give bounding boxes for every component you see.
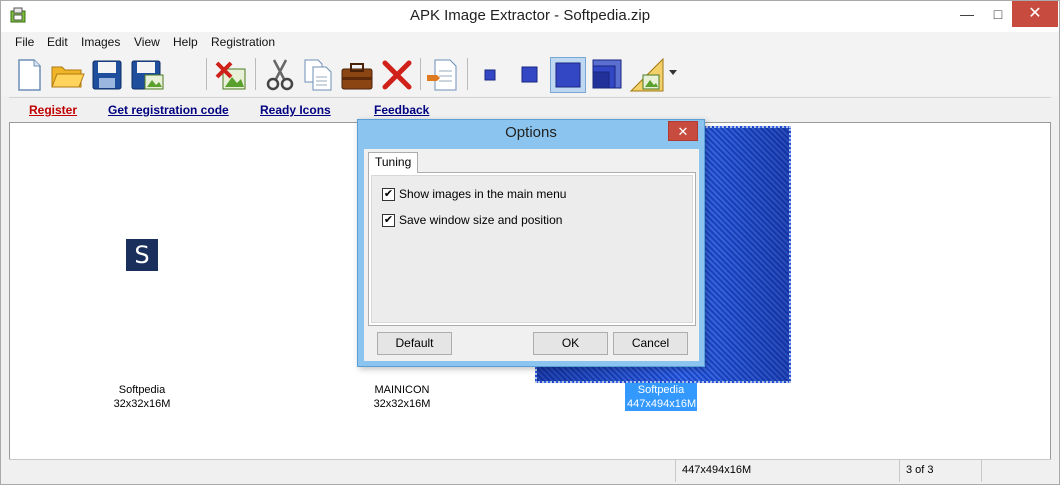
feedback-link[interactable]: Feedback [374,103,429,117]
cut-icon[interactable] [262,57,298,93]
cascade-view-icon[interactable] [590,57,626,93]
small-icon-view[interactable] [473,57,509,93]
status-empty [981,460,1051,482]
status-bar: 447x494x16M 3 of 3 [9,459,1051,482]
cancel-button[interactable]: Cancel [613,332,688,355]
thumbnail-name: Softpedia [118,384,166,396]
dialog-body: Tuning ✔ Show images in the main menu ✔ … [364,149,699,361]
status-dimensions: 447x494x16M [675,460,897,482]
tab-panel: ✔ Show images in the main menu ✔ Save wi… [368,172,696,326]
delete-image-icon[interactable] [213,57,249,93]
toolbar-separator [206,58,207,90]
open-folder-icon[interactable] [49,57,85,93]
option-show-images[interactable]: ✔ Show images in the main menu [382,186,566,202]
dialog-close-button[interactable]: ✕ [668,121,698,141]
paste-icon[interactable] [339,57,375,93]
properties-icon[interactable] [425,57,461,93]
thumbnail-label[interactable]: MAINICON 32x32x16M [362,383,442,411]
chevron-down-icon[interactable] [669,70,677,75]
dialog-title: Options [505,124,557,141]
thumbnail-label-selected[interactable]: Softpedia 447x494x16M [625,383,697,411]
thumbnail-name: MAINICON [374,384,430,396]
toolbar-separator [467,58,468,90]
thumbnail-size: 32x32x16M [113,398,171,410]
thumbnail-label[interactable]: Softpedia 32x32x16M [102,383,182,411]
get-registration-code-link[interactable]: Get registration code [108,103,229,117]
new-icon[interactable] [11,57,47,93]
toolbar-separator [255,58,256,90]
ready-icons-link[interactable]: Ready Icons [260,103,331,117]
checkbox[interactable]: ✔ [382,187,395,201]
status-position: 3 of 3 [899,460,979,482]
toolbar-separator [420,58,421,90]
medium-icon-view[interactable] [512,57,548,93]
window-title: APK Image Extractor - Softpedia.zip [409,7,651,24]
thumbnail-name: Softpedia [637,384,685,396]
large-icon-view[interactable] [550,57,586,93]
link-bar: Register Get registration code Ready Ico… [9,97,1051,121]
stretch-view-icon[interactable] [629,57,665,93]
toolbar [1,52,1059,96]
option-label: Save window size and position [399,213,563,227]
thumbnail-image[interactable]: S [126,239,158,271]
close-button[interactable]: ✕ [1012,1,1058,27]
save-as-icon[interactable] [129,57,165,93]
menu-view[interactable]: View [134,35,160,49]
tab-tuning[interactable]: Tuning [368,152,419,173]
menu-images[interactable]: Images [81,35,120,49]
option-save-window[interactable]: ✔ Save window size and position [382,212,562,228]
menu-bar: File Edit Images View Help Registration [1,32,1059,52]
minimize-button[interactable]: — [951,1,983,27]
title-bar: APK Image Extractor - Softpedia.zip — □ … [1,1,1059,32]
default-button[interactable]: Default [377,332,452,355]
save-icon[interactable] [89,57,125,93]
menu-edit[interactable]: Edit [47,35,68,49]
option-label: Show images in the main menu [399,187,567,201]
delete-icon[interactable] [379,57,415,93]
checkbox[interactable]: ✔ [382,213,395,227]
ok-button[interactable]: OK [533,332,608,355]
menu-file[interactable]: File [15,35,34,49]
main-window: APK Image Extractor - Softpedia.zip — □ … [0,0,1060,485]
options-dialog: Options ✕ Tuning ✔ Show images in the ma… [357,119,705,367]
thumbnail-size: 32x32x16M [373,398,431,410]
options-group: ✔ Show images in the main menu ✔ Save wi… [371,175,693,323]
thumbnail-size: 447x494x16M [627,398,697,410]
copy-icon[interactable] [300,57,336,93]
menu-help[interactable]: Help [173,35,198,49]
maximize-button[interactable]: □ [982,1,1014,27]
menu-registration[interactable]: Registration [211,35,275,49]
register-link[interactable]: Register [29,103,77,117]
